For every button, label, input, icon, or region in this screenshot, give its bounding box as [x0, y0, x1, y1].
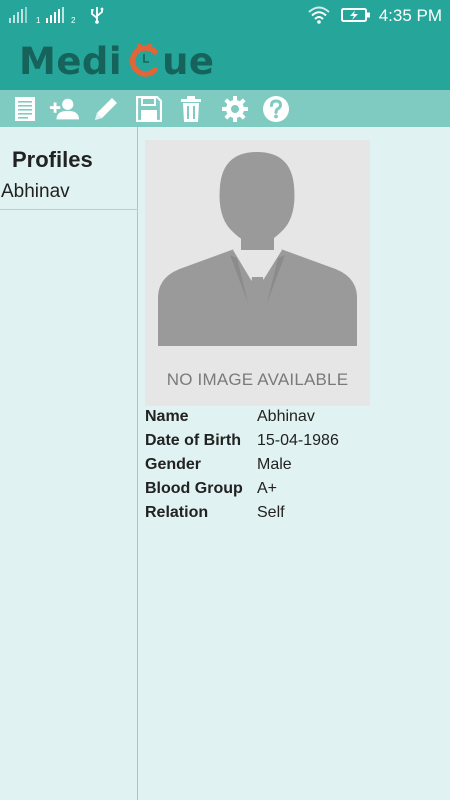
- detail-row-dob: Date of Birth 15-04-1986: [145, 432, 445, 456]
- profiles-title: Profiles: [12, 147, 93, 172]
- save-icon[interactable]: [134, 94, 164, 124]
- detail-value: Abhinav: [257, 408, 315, 425]
- sim2-label: 2: [71, 16, 76, 25]
- status-bar: 1 2 4:35 PM: [0, 0, 450, 32]
- edit-pencil-icon[interactable]: [91, 94, 121, 124]
- document-icon[interactable]: [10, 94, 40, 124]
- usb-icon: [91, 7, 104, 24]
- logo-text-left: Medi: [19, 39, 123, 83]
- clock-time: 4:35 PM: [378, 6, 442, 25]
- person-silhouette-icon: [158, 152, 357, 346]
- detail-label: Relation: [145, 504, 209, 521]
- detail-row-blood-group: Blood Group A+: [145, 480, 445, 504]
- sim1-label: 1: [36, 16, 41, 25]
- no-image-caption: NO IMAGE AVAILABLE: [166, 370, 349, 389]
- toolbar: [0, 90, 450, 127]
- detail-row-relation: Relation Self: [145, 504, 445, 528]
- profile-list-item[interactable]: Abhinav: [0, 177, 138, 210]
- settings-gear-icon[interactable]: [220, 94, 250, 124]
- signal-sim2-icon: [46, 7, 64, 23]
- detail-label: Date of Birth: [145, 432, 241, 449]
- signal-sim1-icon: [9, 7, 27, 23]
- app-logo: Medi ue: [19, 39, 215, 83]
- detail-label: Name: [145, 408, 189, 425]
- battery-charging-icon: [341, 8, 370, 22]
- app-bar: Medi ue: [0, 32, 450, 90]
- profile-name: Abhinav: [1, 181, 70, 202]
- detail-value: 15-04-1986: [257, 432, 339, 449]
- logo-text-right: ue: [162, 39, 215, 83]
- profiles-sidebar: Profiles Abhinav: [0, 127, 138, 800]
- delete-trash-icon[interactable]: [176, 94, 206, 124]
- wifi-icon: [308, 6, 330, 24]
- detail-value: Self: [257, 504, 285, 521]
- detail-value: A+: [257, 480, 278, 497]
- add-person-icon[interactable]: [49, 94, 79, 124]
- help-icon[interactable]: [261, 94, 291, 124]
- detail-row-gender: Gender Male: [145, 456, 445, 480]
- detail-label: Gender: [145, 456, 202, 473]
- clock-c-icon: [130, 44, 158, 77]
- detail-row-name: Name Abhinav: [145, 408, 445, 432]
- detail-label: Blood Group: [145, 480, 243, 497]
- detail-value: Male: [257, 456, 292, 473]
- profile-image-placeholder: NO IMAGE AVAILABLE: [145, 140, 370, 406]
